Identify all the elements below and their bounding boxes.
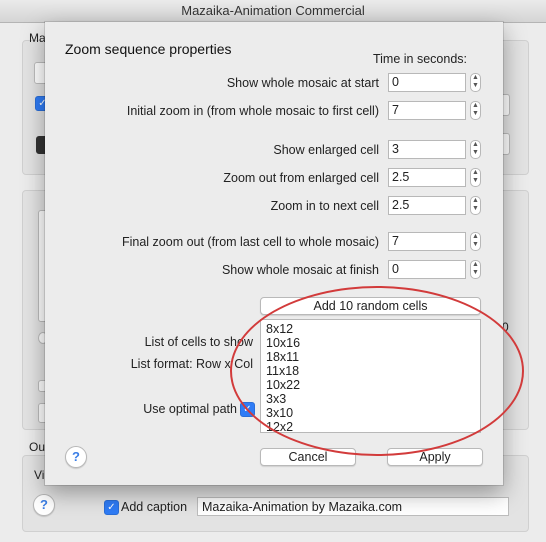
group-label-ma: Ma	[29, 31, 46, 45]
initial-zoom-field[interactable]: 7	[388, 101, 466, 120]
final-zoom-field[interactable]: 7	[388, 232, 466, 251]
start-time-stepper[interactable]: ▲ ▼	[470, 73, 481, 92]
group-label-vi: Vi	[34, 468, 45, 482]
annotation-ellipse	[230, 286, 524, 456]
enlarged-cell-stepper[interactable]: ▲ ▼	[470, 140, 481, 159]
zoom-in-next-stepper[interactable]: ▲ ▼	[470, 196, 481, 215]
dialog-help-button[interactable]: ?	[65, 446, 87, 468]
enlarged-cell-field[interactable]: 3	[388, 140, 466, 159]
finish-time-field[interactable]: 0	[388, 260, 466, 279]
initial-zoom-stepper[interactable]: ▲ ▼	[470, 101, 481, 120]
time-column-header: Time in seconds:	[372, 52, 467, 66]
window-title: Mazaika-Animation Commercial	[181, 3, 365, 18]
row-label-final-zoom: Final zoom out (from last cell to whole …	[121, 235, 379, 249]
row-label-zoom-in-next: Zoom in to next cell	[270, 199, 379, 213]
final-zoom-stepper[interactable]: ▲ ▼	[470, 232, 481, 251]
row-label-start: Show whole mosaic at start	[226, 76, 379, 90]
add-caption-label: Add caption	[121, 500, 188, 514]
start-time-field[interactable]: 0	[388, 73, 466, 92]
row-label-zoom-out: Zoom out from enlarged cell	[223, 171, 379, 185]
row-label-initial-zoom: Initial zoom in (from whole mosaic to fi…	[126, 104, 379, 118]
main-help-button[interactable]: ?	[33, 494, 55, 516]
zoom-out-field[interactable]: 2.5	[388, 168, 466, 187]
caption-input[interactable]: Mazaika-Animation by Mazaika.com	[197, 497, 509, 516]
dialog-title: Zoom sequence properties	[65, 41, 232, 57]
zoom-in-next-field[interactable]: 2.5	[388, 196, 466, 215]
row-label-finish: Show whole mosaic at finish	[221, 263, 379, 277]
finish-time-stepper[interactable]: ▲ ▼	[470, 260, 481, 279]
optimal-path-label: Use optimal path	[143, 402, 237, 416]
add-caption-checkbox[interactable]: ✓	[104, 500, 119, 515]
row-label-enlarged: Show enlarged cell	[273, 143, 379, 157]
window-titlebar: Mazaika-Animation Commercial	[0, 0, 546, 23]
zoom-out-stepper[interactable]: ▲ ▼	[470, 168, 481, 187]
